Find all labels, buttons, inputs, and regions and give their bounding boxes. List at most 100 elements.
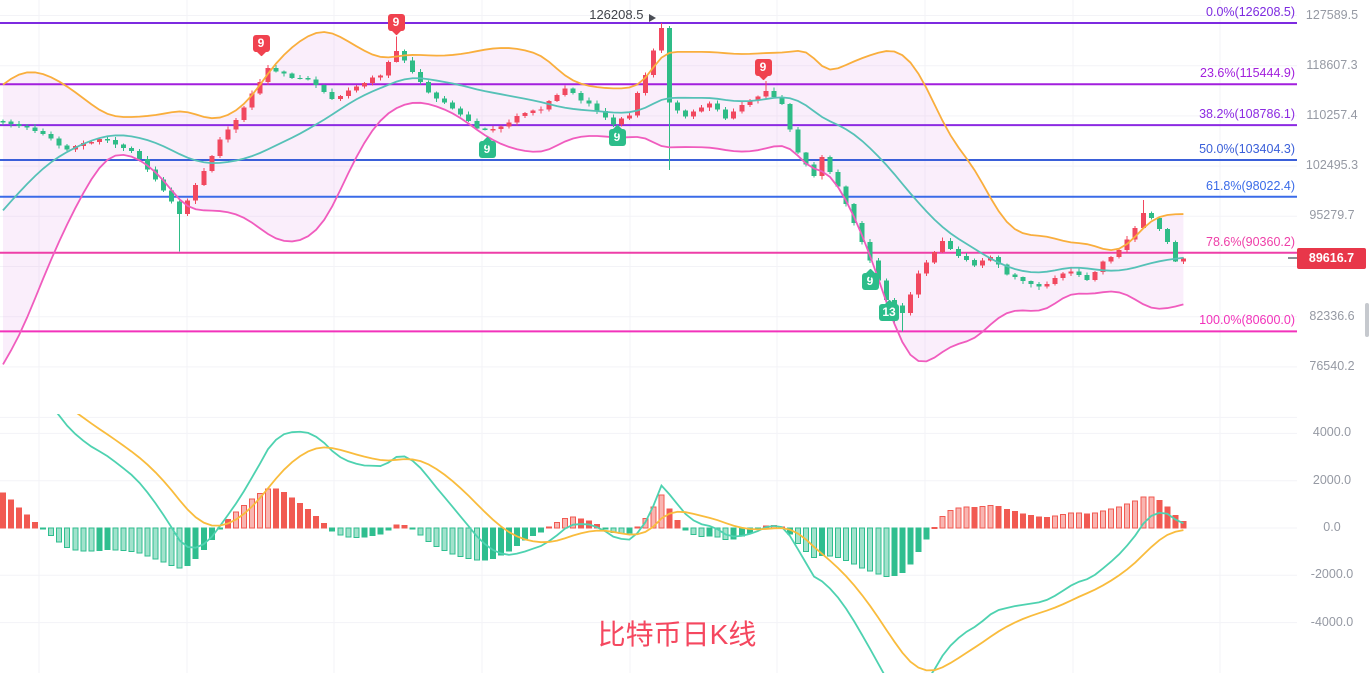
macd-bar: [112, 527, 119, 551]
macd-bar: [329, 527, 336, 532]
macd-bar: [289, 497, 296, 529]
macd-bar: [489, 527, 496, 559]
td-sequential-badge-sell: 9: [754, 58, 772, 80]
macd-bar: [827, 527, 834, 557]
macd-bar: [1011, 511, 1018, 529]
candle-body: [137, 150, 143, 159]
macd-bar: [947, 510, 954, 529]
macd-bar: [56, 527, 63, 543]
candle-body: [739, 104, 745, 112]
macd-bar: [1043, 516, 1050, 529]
candle-body: [297, 77, 303, 80]
candle-body: [562, 88, 568, 96]
macd-bar: [1148, 496, 1155, 529]
candle-body: [0, 121, 6, 123]
candle-body: [128, 147, 134, 151]
macd-bar: [546, 526, 553, 529]
macd-bar: [634, 526, 641, 529]
macd-bar: [409, 527, 416, 530]
macd-bar: [128, 527, 135, 552]
candle-body: [16, 123, 22, 127]
candle-body: [586, 100, 592, 104]
candle-body: [683, 110, 689, 117]
candle-body: [233, 120, 239, 130]
price-axis-label: 118607.3: [1306, 57, 1358, 72]
candle-body: [795, 129, 801, 153]
macd-bar: [441, 527, 448, 552]
candle-body: [1156, 218, 1162, 230]
macd-bar: [867, 527, 874, 572]
macd-bar: [24, 514, 31, 529]
candle-body: [64, 145, 70, 150]
macd-bar: [96, 527, 103, 551]
macd-bar: [457, 527, 464, 557]
candle-body: [40, 130, 46, 135]
candle-body: [193, 185, 199, 201]
candle-body: [361, 83, 367, 87]
fib-level-label: 78.6%(90360.2): [1206, 234, 1295, 249]
macd-bar: [1124, 503, 1131, 529]
page-title: 比特币日K线: [597, 619, 757, 650]
macd-bar: [835, 527, 842, 559]
candle-body: [650, 50, 656, 76]
candle-body: [48, 134, 54, 139]
macd-bar: [0, 492, 6, 529]
macd-bar: [48, 527, 55, 537]
macd-bar: [417, 527, 424, 536]
macd-axis-label: 2000.0: [1312, 472, 1352, 487]
macd-bar: [1003, 508, 1010, 529]
macd-bar: [529, 527, 536, 536]
macd-bar: [88, 527, 95, 552]
macd-bar: [843, 527, 850, 561]
candle-body: [980, 260, 986, 266]
candle-body: [554, 95, 560, 102]
macd-histogram-layer: [0, 488, 1187, 577]
price-chart-canvas[interactable]: [0, 0, 1369, 673]
candle-body: [289, 73, 295, 78]
candle-body: [1028, 281, 1034, 284]
candle-body: [811, 164, 817, 177]
macd-bar: [666, 508, 673, 529]
candle-body: [666, 28, 672, 103]
td-sequential-badge-buy: 9: [608, 124, 626, 146]
fib-level-label: 61.8%(98022.4): [1206, 178, 1295, 193]
candle-body: [530, 110, 536, 114]
candle-body: [506, 122, 512, 127]
candle-body: [1036, 283, 1042, 287]
macd-bar: [281, 491, 288, 529]
candle-body: [313, 79, 319, 86]
price-axis-label: 110257.4: [1306, 107, 1358, 122]
fib-level-label: 23.6%(115444.9): [1200, 66, 1295, 81]
candle-body: [907, 294, 913, 313]
macd-bar: [883, 527, 890, 577]
macd-bar: [337, 527, 344, 536]
candle-body: [32, 127, 38, 131]
td-sequential-badge-buy: 13: [879, 299, 899, 321]
candle-body: [763, 90, 769, 97]
candle-body: [578, 92, 584, 101]
macd-bar: [264, 488, 271, 529]
macd-bar: [377, 527, 384, 535]
macd-bar: [939, 515, 946, 529]
macd-bar: [1067, 512, 1074, 529]
candle-body: [281, 71, 287, 74]
macd-bar: [1051, 515, 1058, 529]
macd-bar: [931, 526, 938, 529]
macd-bar: [104, 527, 111, 551]
candle-body: [626, 115, 632, 119]
macd-bar: [80, 527, 87, 552]
macd-bar: [144, 527, 151, 557]
candle-body: [337, 95, 343, 100]
macd-bar: [1059, 514, 1066, 529]
candle-body: [345, 90, 351, 96]
macd-bar: [602, 527, 609, 530]
candle-body: [273, 68, 279, 72]
scrollbar-thumb[interactable]: [1365, 303, 1369, 337]
macd-bar: [433, 527, 440, 548]
candle-body: [353, 86, 359, 91]
macd-bar: [674, 520, 681, 529]
macd-bar: [1019, 513, 1026, 529]
candle-body: [490, 129, 496, 131]
macd-bar: [240, 504, 247, 529]
candle-body: [787, 103, 793, 130]
